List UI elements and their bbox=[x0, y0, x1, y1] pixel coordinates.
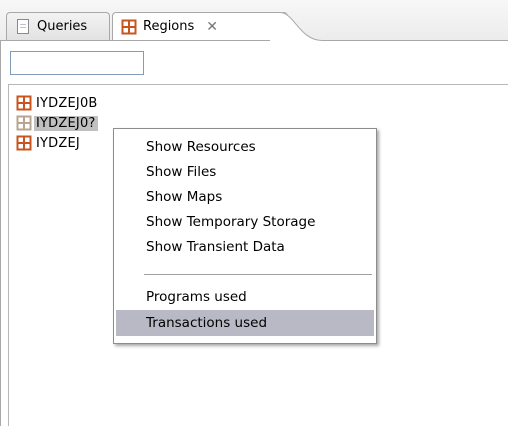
menu-item-show-resources[interactable]: Show Resources bbox=[116, 134, 374, 160]
menu-item-show-transient-data[interactable]: Show Transient Data bbox=[116, 234, 374, 260]
menu-item-programs-used[interactable]: Programs used bbox=[116, 284, 374, 310]
regions-view: Queries Regions ✕ IYDZEJ0B IYDZEJ0? IYDZ… bbox=[0, 0, 508, 426]
tab-curve-decoration bbox=[270, 12, 322, 41]
tab-regions[interactable]: Regions ✕ bbox=[112, 12, 288, 40]
region-grid-icon bbox=[16, 95, 32, 111]
tab-baseline bbox=[0, 40, 508, 41]
tree-item-label: IYDZEJ bbox=[36, 135, 80, 151]
tree-item-region-selected[interactable]: IYDZEJ0? bbox=[16, 113, 98, 133]
tree-top-divider bbox=[8, 84, 508, 85]
filter-input[interactable] bbox=[10, 51, 144, 75]
menu-item-show-files[interactable]: Show Files bbox=[116, 159, 374, 185]
menu-item-transactions-used[interactable]: Transactions used bbox=[116, 310, 374, 336]
tab-queries[interactable]: Queries bbox=[6, 12, 110, 40]
menu-item-show-maps[interactable]: Show Maps bbox=[116, 184, 374, 210]
tab-strip: Queries Regions ✕ bbox=[0, 0, 508, 41]
region-grid-icon bbox=[16, 135, 32, 151]
tree-item-region[interactable]: IYDZEJ0B bbox=[16, 93, 98, 113]
region-grid-icon bbox=[16, 115, 32, 131]
tab-regions-label: Regions bbox=[143, 19, 195, 34]
view-left-border bbox=[0, 40, 1, 426]
tree-item-label: IYDZEJ0? bbox=[34, 115, 98, 131]
tree-item-label: IYDZEJ0B bbox=[36, 95, 98, 111]
close-icon[interactable]: ✕ bbox=[206, 19, 218, 35]
menu-separator bbox=[144, 274, 372, 275]
tree-item-region[interactable]: IYDZEJ bbox=[16, 133, 80, 153]
region-grid-icon bbox=[121, 19, 137, 35]
menu-item-show-temporary-storage[interactable]: Show Temporary Storage bbox=[116, 209, 374, 235]
tab-queries-label: Queries bbox=[37, 19, 88, 34]
document-icon bbox=[15, 18, 31, 35]
tree-left-divider bbox=[8, 84, 9, 426]
context-menu: Show Resources Show Files Show Maps Show… bbox=[113, 128, 377, 344]
